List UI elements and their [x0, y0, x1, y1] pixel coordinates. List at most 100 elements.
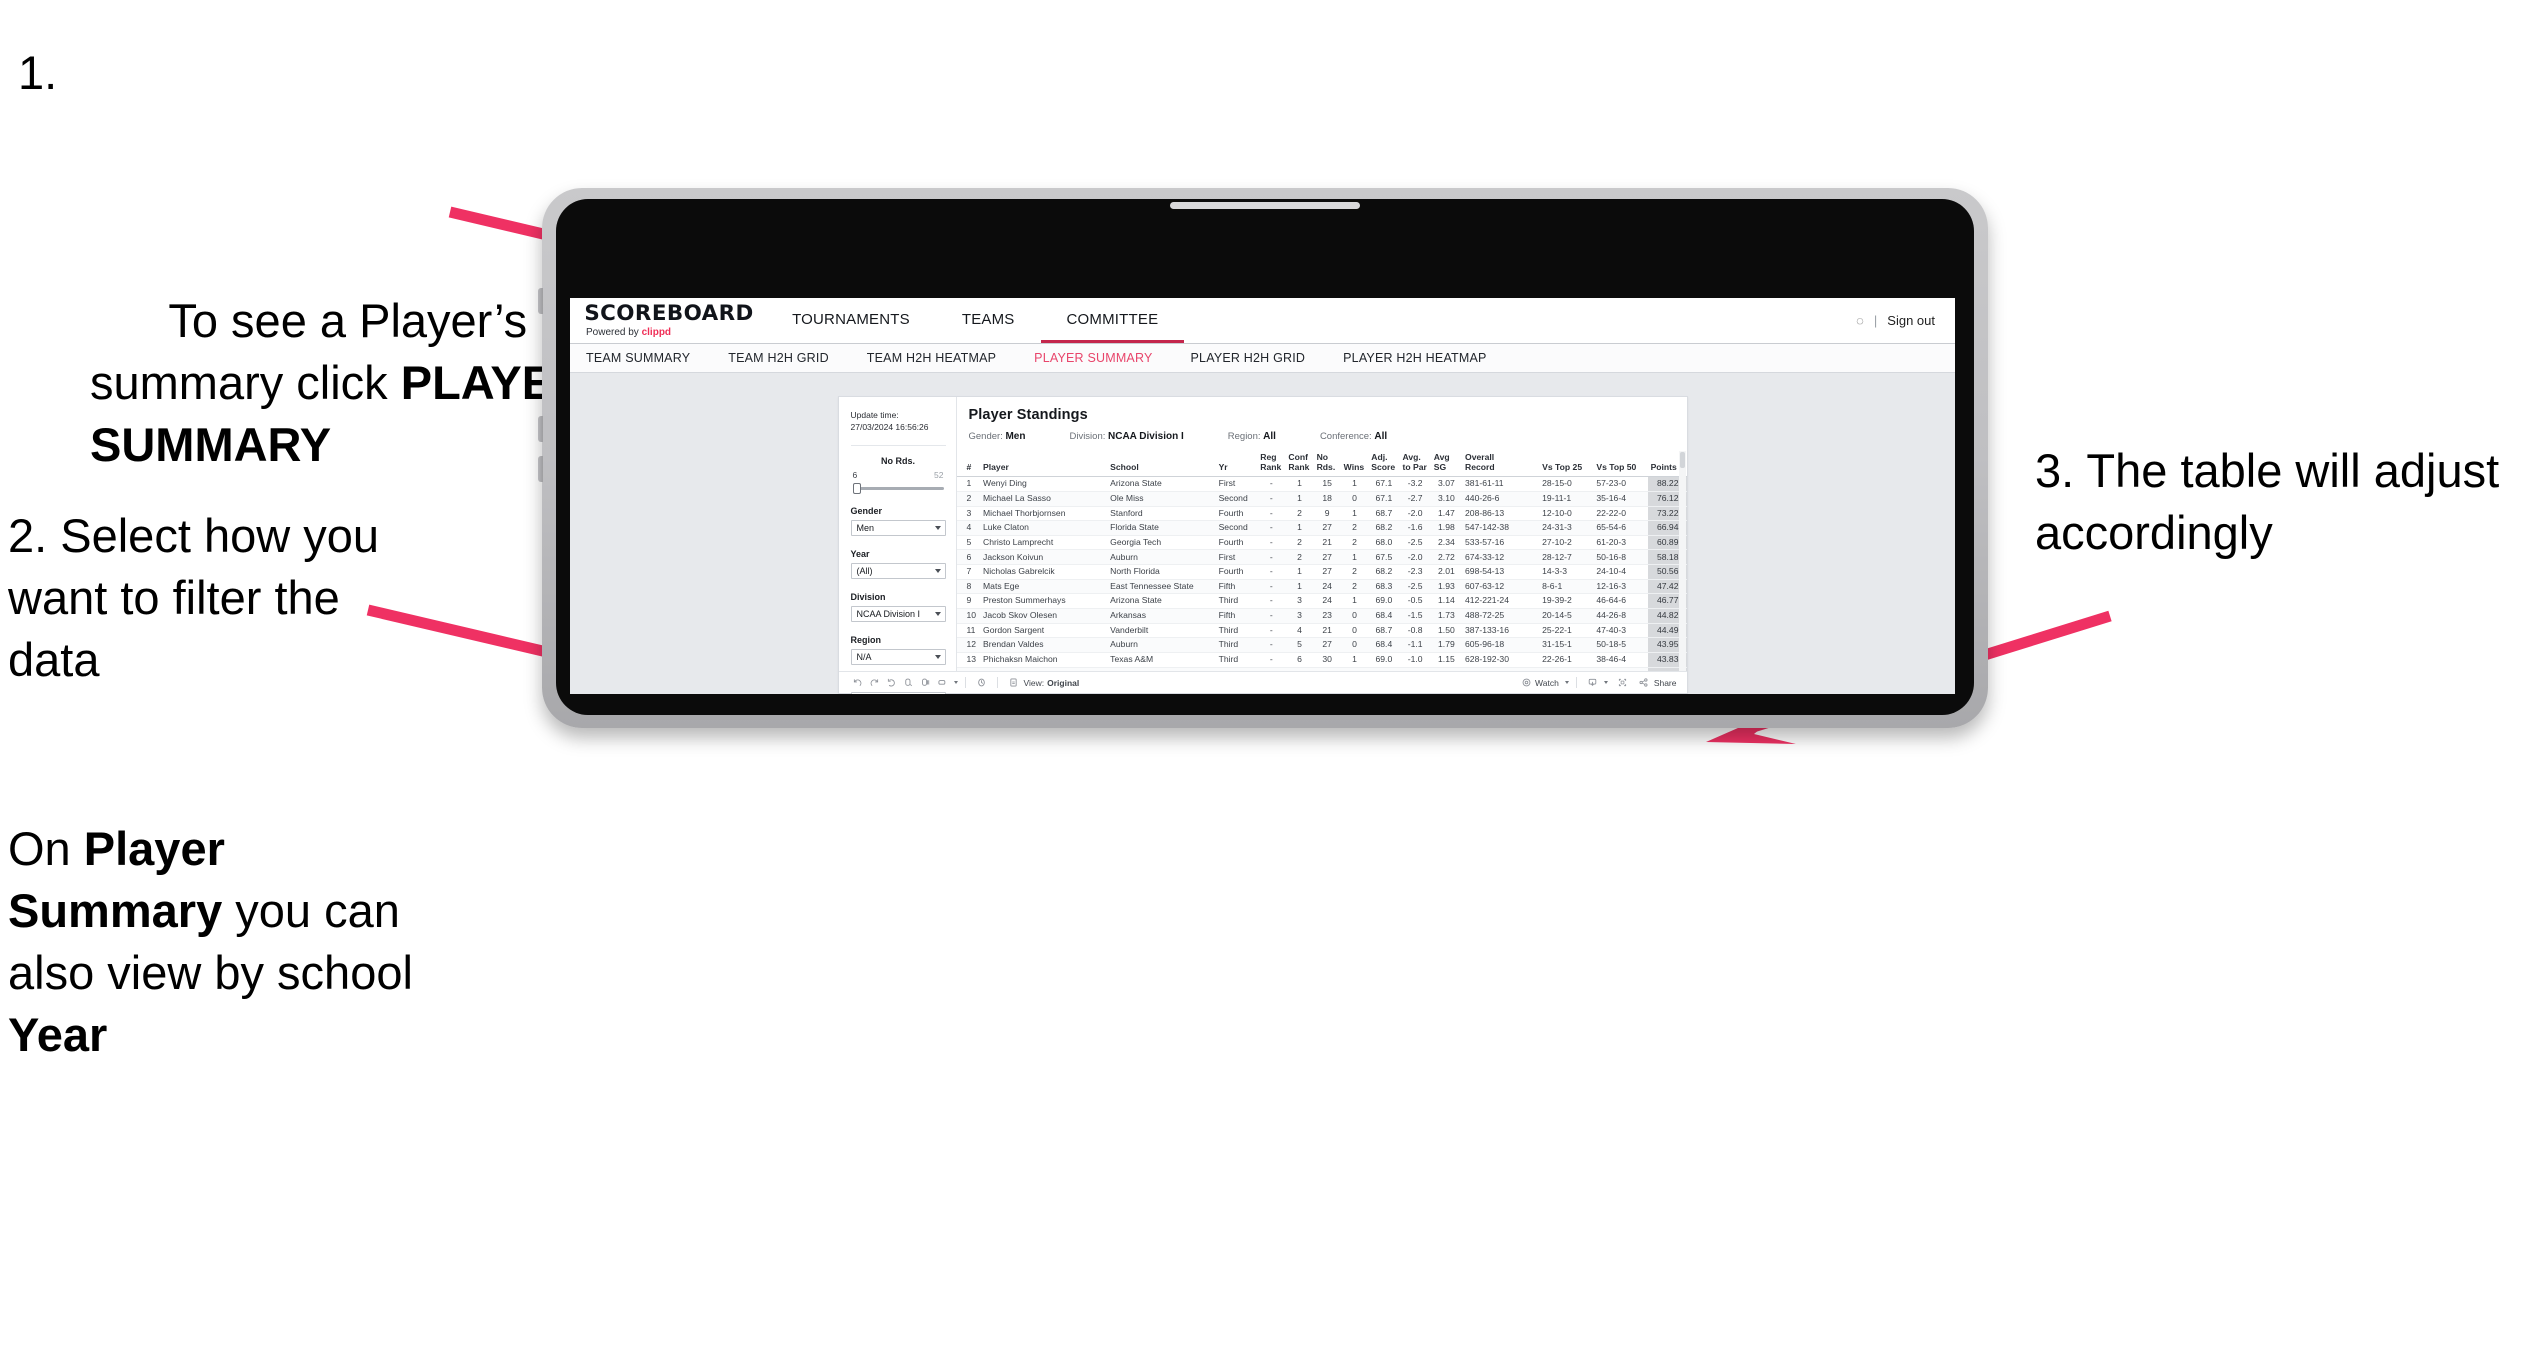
filter-division-select[interactable]: NCAA Division I	[850, 605, 946, 622]
nav-committee[interactable]: COMMITTEE	[1040, 298, 1185, 343]
download-icon[interactable]	[1584, 674, 1601, 691]
table-cell: -	[1257, 623, 1286, 639]
table-cell: 61-20-3	[1593, 535, 1648, 551]
sign-out-link[interactable]: Sign out	[1887, 313, 1935, 328]
nav-teams[interactable]: TEAMS	[936, 298, 1041, 343]
table-cell: 533-57-16	[1462, 535, 1540, 551]
scrollbar-thumb[interactable]	[1679, 452, 1685, 468]
nav-tournaments[interactable]: TOURNAMENTS	[766, 298, 936, 343]
table-row[interactable]: 3 Michael Thorbjornsen Stanford Fourth -2 9 1 6…	[956, 506, 1687, 522]
table-cell: 57-23-0	[1593, 476, 1648, 492]
table-cell: 68.2	[1368, 520, 1400, 536]
column-header[interactable]: Wins	[1340, 451, 1369, 478]
device-layout-icon[interactable]	[934, 674, 951, 691]
view-selector[interactable]: View: Original	[1024, 678, 1080, 688]
table-cell: 3	[956, 506, 981, 522]
table-cell: Fourth	[1215, 506, 1258, 522]
column-header[interactable]: Adj. Score	[1368, 451, 1400, 478]
table-cell: Second	[1215, 491, 1258, 507]
column-header[interactable]: Yr	[1215, 451, 1258, 478]
table-vertical-scrollbar[interactable]	[1678, 451, 1686, 671]
table-row[interactable]: 14Maxwell FordNorth CarolinaThird-323069…	[956, 667, 1687, 671]
subnav-team-h2h-grid[interactable]: TEAM H2H GRID	[728, 351, 851, 365]
column-header[interactable]: Avg. to Par	[1399, 451, 1431, 478]
table-cell: 19-39-2	[1539, 593, 1594, 610]
annotation-step-2: 2. Select how you want to filter the dat…	[8, 509, 393, 687]
refresh-data-icon[interactable]	[900, 674, 917, 691]
column-header[interactable]: No Rds.	[1313, 451, 1341, 478]
share-icon[interactable]	[1635, 674, 1652, 691]
filter-conference-select[interactable]: (All)	[850, 691, 946, 694]
column-header[interactable]: #	[956, 451, 981, 478]
table-cell: -	[1257, 608, 1286, 624]
table-cell: 2	[1340, 535, 1369, 551]
chevron-down-icon[interactable]	[953, 681, 958, 684]
share-label: Share	[1653, 677, 1677, 688]
table-row[interactable]: 8 Mats Ege East Tennessee State Fifth -1 24 2 6…	[956, 579, 1687, 595]
column-header[interactable]: Reg Rank	[1257, 451, 1286, 478]
table-row[interactable]: 6 Jackson Koivun Auburn First -2 27 1 67.5 -2.0 2…	[956, 549, 1687, 566]
subnav-team-h2h-heatmap[interactable]: TEAM H2H HEATMAP	[867, 351, 1018, 365]
watch-icon[interactable]	[1518, 674, 1535, 691]
redo-icon[interactable]	[866, 674, 883, 691]
filter-summary-gender-value: Men	[1005, 431, 1026, 442]
fullscreen-icon[interactable]	[1614, 674, 1631, 691]
chevron-down-icon[interactable]	[1603, 681, 1608, 684]
table-row[interactable]: 13 Phichaksn Maichon Texas A&M Third -6 30 1 69…	[956, 652, 1687, 668]
table-cell: Phichaksn Maichon	[980, 652, 1108, 668]
table-row[interactable]: 4 Luke Claton Florida State Second -1 27 2 68.2…	[956, 520, 1687, 536]
table-row[interactable]: 2 Michael La Sasso Ole Miss Second -1 18 0 67.1…	[956, 491, 1687, 507]
table-cell: 1.79	[1430, 637, 1463, 653]
column-header[interactable]: Overall Record	[1462, 451, 1540, 478]
undo-icon[interactable]	[849, 674, 866, 691]
column-header[interactable]: School	[1107, 451, 1216, 478]
subnav-player-h2h-heatmap[interactable]: PLAYER H2H HEATMAP	[1343, 351, 1508, 365]
table-cell: 2	[956, 491, 981, 507]
table-row[interactable]: 7 Nicholas Gabrelcik North Florida Fourth -1…	[956, 564, 1687, 580]
table-cell: 28-12-7	[1539, 549, 1594, 566]
table-cell: 5	[1285, 637, 1314, 653]
column-header[interactable]: Vs Top 50	[1593, 451, 1648, 478]
filter-region-select[interactable]: N/A	[850, 648, 946, 665]
table-row[interactable]: 9 Preston Summerhays Arizona State Third -3 2…	[956, 593, 1687, 610]
brand-logo[interactable]: SCOREBOARD Powered by clippd	[570, 298, 766, 343]
user-account-icon[interactable]: ◌	[1856, 313, 1864, 328]
table-cell: 27	[1313, 520, 1341, 536]
table-cell: 68.3	[1368, 579, 1400, 595]
view-original-icon[interactable]	[1005, 674, 1022, 691]
column-header[interactable]: Conf Rank	[1285, 451, 1314, 478]
filter-year-label: Year	[850, 548, 870, 559]
table-cell: Texas A&M	[1107, 652, 1216, 668]
column-header[interactable]: Avg SG	[1430, 451, 1463, 478]
subnav-player-summary[interactable]: PLAYER SUMMARY	[1034, 351, 1174, 365]
tablet-volume-up-button	[538, 416, 543, 442]
table-cell: 67.1	[1368, 476, 1400, 492]
revision-history-icon[interactable]	[973, 674, 990, 691]
filter-no-rounds-slider[interactable]	[852, 482, 944, 494]
filter-year-select[interactable]: (All)	[850, 562, 946, 579]
table-cell: 52-51-10	[1593, 667, 1648, 671]
table-cell: 4	[1285, 623, 1314, 639]
column-header[interactable]: Player	[980, 451, 1108, 478]
filter-division-label: Division	[850, 591, 886, 602]
reset-icon[interactable]	[883, 674, 900, 691]
table-cell: 4	[956, 520, 981, 536]
toolbar-divider	[996, 677, 998, 688]
share-button[interactable]: Share	[1654, 678, 1677, 688]
table-row[interactable]: 12 Brendan Valdes Auburn Third -5 27 0 68.4 -1.1…	[956, 637, 1687, 653]
pause-updates-icon[interactable]	[917, 674, 934, 691]
table-row[interactable]: 5 Christo Lamprecht Georgia Tech Fourth -2 21…	[956, 535, 1687, 551]
table-cell: 2	[1285, 535, 1314, 551]
slider-handle[interactable]	[852, 482, 861, 494]
table-row[interactable]: 11 Gordon Sargent Vanderbilt Third -4 21 0 68.7…	[956, 623, 1687, 639]
watch-button[interactable]: Watch	[1535, 678, 1569, 688]
table-row[interactable]: 10 Jacob Skov Olesen Arkansas Fifth -3 23 0 68.…	[956, 608, 1687, 624]
column-header[interactable]: Vs Top 25	[1539, 451, 1594, 478]
table-row[interactable]: 1 Wenyi Ding Arizona State First -1 15 1 67.1 -3…	[956, 476, 1687, 492]
subnav-team-summary[interactable]: TEAM SUMMARY	[586, 351, 712, 365]
table-cell: 440-26-6	[1462, 491, 1540, 507]
subnav-player-h2h-grid[interactable]: PLAYER H2H GRID	[1191, 351, 1328, 365]
table-cell: 24-10-4	[1593, 564, 1648, 580]
filter-gender-select[interactable]: Men	[850, 519, 946, 536]
filter-no-rounds-max: 52	[934, 469, 944, 480]
